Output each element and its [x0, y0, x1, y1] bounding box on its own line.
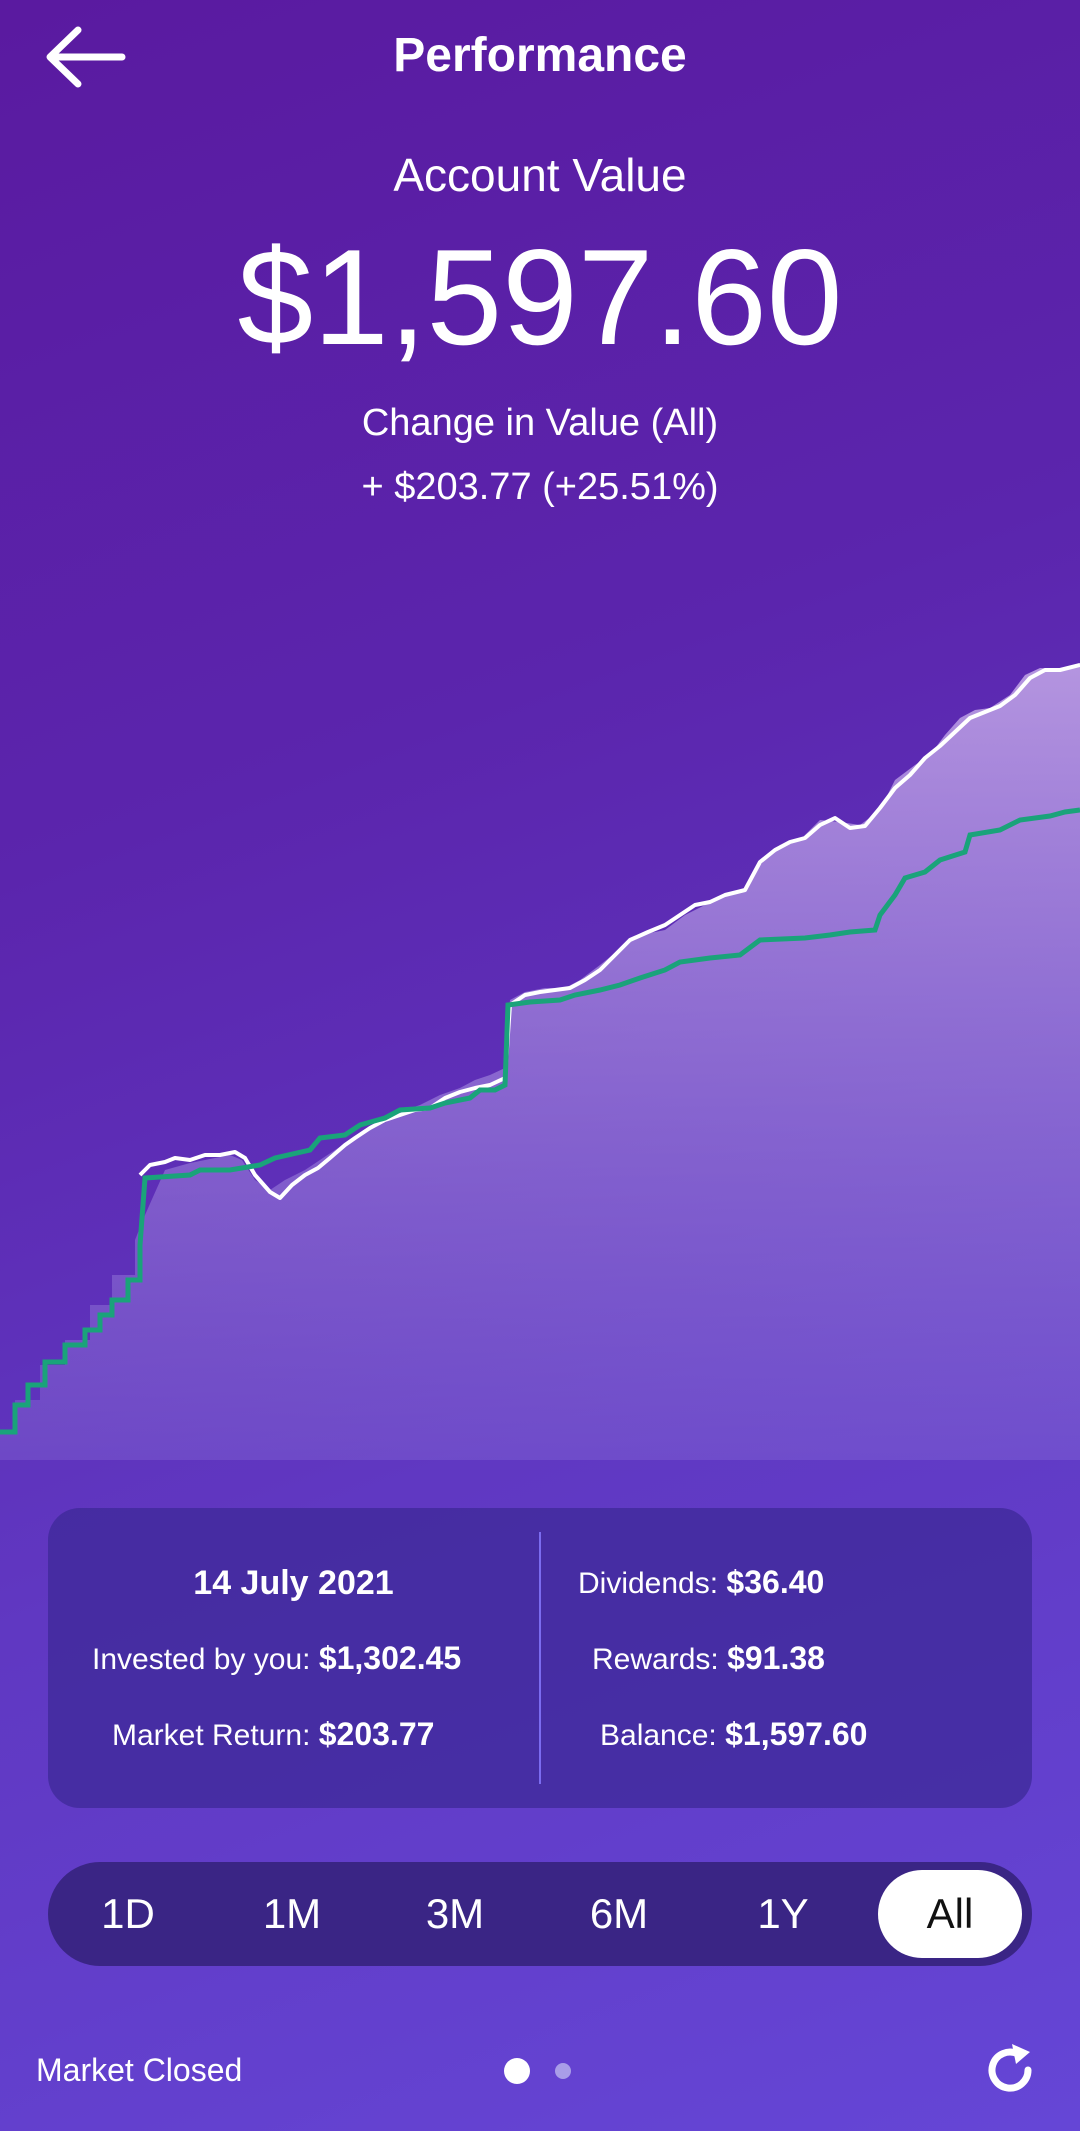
range-1d-button[interactable]: 1D	[56, 1870, 200, 1958]
range-all-button[interactable]: All	[878, 1870, 1022, 1958]
market-status: Market Closed	[36, 2052, 243, 2088]
range-1m-button[interactable]: 1M	[220, 1870, 364, 1958]
rewards-row: Rewards: $91.38	[592, 1640, 825, 1677]
refresh-icon[interactable]	[980, 2040, 1040, 2100]
dividends-row: Dividends: $36.40	[578, 1564, 824, 1601]
dividends-label: Dividends:	[578, 1567, 719, 1600]
range-6m-button[interactable]: 6M	[547, 1870, 691, 1958]
account-value: $1,597.60	[237, 221, 843, 373]
balance-row: Balance: $1,597.60	[600, 1716, 867, 1753]
balance-label: Balance:	[600, 1719, 717, 1752]
invested-label: Invested by you:	[92, 1643, 311, 1676]
card-divider	[539, 1532, 541, 1784]
page-indicator-active[interactable]	[504, 2058, 530, 2084]
page-title: Performance	[393, 29, 687, 82]
account-value-label: Account Value	[393, 149, 687, 201]
change-in-value: + $203.77 (+25.51%)	[361, 466, 719, 508]
footer: Market Closed	[0, 2040, 1080, 2120]
rewards-label: Rewards:	[592, 1643, 719, 1676]
rewards-value: $91.38	[727, 1640, 825, 1676]
change-in-value-label: Change in Value (All)	[361, 402, 719, 444]
market-return-value: $203.77	[318, 1716, 435, 1752]
performance-chart[interactable]	[0, 640, 1080, 1460]
market-return-row: Market Return: $203.77	[112, 1716, 434, 1753]
balance-value: $1,597.60	[725, 1716, 868, 1752]
range-3m-button[interactable]: 3M	[383, 1870, 527, 1958]
invested-value: $1,302.45	[318, 1640, 462, 1676]
dividends-value: $36.40	[726, 1564, 825, 1600]
range-1y-button[interactable]: 1Y	[711, 1870, 855, 1958]
chart-area	[0, 663, 1080, 1460]
page-indicator-inactive[interactable]	[555, 2063, 571, 2079]
range-selector: 1D 1M 3M 6M 1Y All	[48, 1862, 1032, 1966]
summary-card: 14 July 2021 Invested by you: $1,302.45 …	[48, 1508, 1032, 1808]
summary-date: 14 July 2021	[193, 1564, 394, 1602]
invested-row: Invested by you: $1,302.45	[92, 1640, 461, 1677]
header: Performance	[0, 0, 1080, 120]
market-return-label: Market Return:	[112, 1719, 311, 1752]
